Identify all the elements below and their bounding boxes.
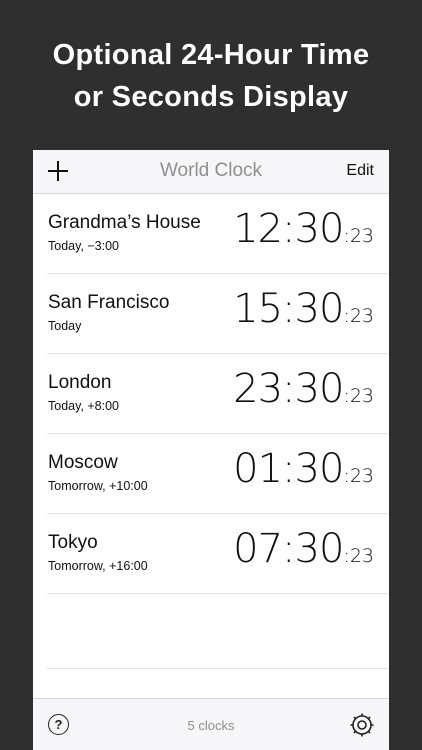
clock-list: Grandma’s House Today, −3:00 12:30:23 Sa… (33, 194, 389, 594)
clock-hours-minutes: 07:30 (233, 526, 344, 572)
clock-time: 01:30:23 (233, 446, 374, 492)
page-title: World Clock (159, 160, 263, 181)
clock-count: 5 clocks (187, 718, 235, 733)
promo-headline: Optional 24-Hour Time or Seconds Display (0, 34, 422, 118)
clock-row[interactable]: San Francisco Today 15:30:23 (47, 274, 389, 354)
promo-line-1: Optional 24-Hour Time (52, 39, 370, 71)
time-offset: Tomorrow, +16:00 (48, 559, 148, 573)
time-offset: Tomorrow, +10:00 (48, 479, 148, 493)
clock-time: 07:30:23 (233, 526, 374, 572)
time-offset: Today, +8:00 (48, 399, 120, 413)
city-name: Grandma’s House (48, 212, 201, 233)
clock-hours-minutes: 23:30 (233, 366, 344, 412)
time-offset: Today (48, 319, 82, 333)
gear-icon[interactable] (349, 712, 375, 738)
clock-time: 12:30:23 (233, 206, 374, 252)
clock-seconds: :23 (343, 225, 374, 247)
clock-time: 15:30:23 (233, 286, 374, 332)
clock-row[interactable]: Grandma’s House Today, −3:00 12:30:23 (47, 194, 389, 274)
clock-time: 23:30:23 (233, 366, 374, 412)
clock-row[interactable]: London Today, +8:00 23:30:23 (47, 354, 389, 434)
clock-hours-minutes: 15:30 (233, 286, 344, 332)
phone-screen: World Clock Edit Grandma’s House Today, … (33, 150, 389, 750)
navigation-bar: World Clock Edit (33, 150, 389, 194)
edit-button[interactable]: Edit (346, 162, 374, 180)
city-name: Moscow (48, 452, 118, 473)
city-name: Tokyo (48, 532, 98, 553)
city-name: London (48, 372, 112, 393)
city-name: San Francisco (48, 292, 170, 313)
clock-seconds: :23 (343, 545, 374, 567)
time-offset: Today, −3:00 (48, 239, 120, 253)
promo-line-2: or Seconds Display (73, 81, 349, 113)
clock-hours-minutes: 01:30 (233, 446, 344, 492)
clock-seconds: :23 (343, 305, 374, 327)
clock-row[interactable]: Tokyo Tomorrow, +16:00 07:30:23 (47, 514, 389, 594)
clock-seconds: :23 (343, 385, 374, 407)
bottom-toolbar: ? 5 clocks (33, 698, 389, 750)
list-divider (47, 668, 389, 669)
clock-hours-minutes: 12:30 (233, 206, 344, 252)
clock-seconds: :23 (343, 465, 374, 487)
clock-row[interactable]: Moscow Tomorrow, +10:00 01:30:23 (47, 434, 389, 514)
